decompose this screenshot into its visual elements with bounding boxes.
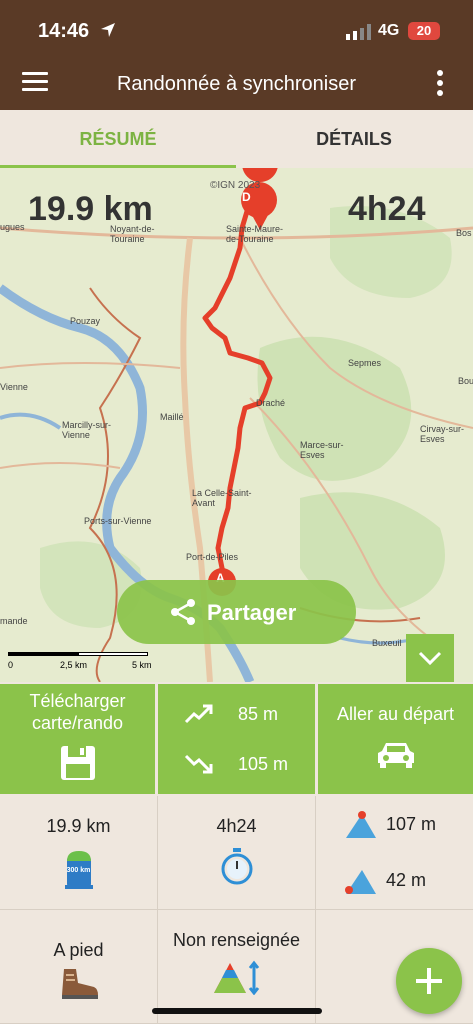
go-to-start-button[interactable]: Aller au départ: [318, 684, 473, 794]
tab-resume[interactable]: RÉSUMÉ: [0, 110, 236, 168]
chevron-down-icon: [418, 651, 442, 666]
place-label: La Celle-Saint-Avant: [192, 488, 252, 508]
elevation-loss-row: 105 m: [158, 746, 315, 786]
scale-label: 5 km: [132, 660, 152, 670]
elevation-gain-value: 85 m: [238, 704, 279, 724]
action-row: Télécharger carte/rando 85 m 105 m Aller…: [0, 682, 473, 796]
distance-marker-icon: 300 km: [64, 849, 93, 889]
stat-distance: 19.9 km 300 km: [0, 796, 158, 910]
place-label: Ports-sur-Vienne: [84, 516, 152, 526]
alt-max-row: 107 m: [316, 806, 473, 846]
map-scale: 0 2,5 km 5 km: [8, 652, 158, 676]
end-marker-label: D: [242, 190, 251, 204]
trend-down-icon: [184, 754, 213, 774]
more-options-icon[interactable]: [432, 70, 448, 98]
share-icon: [171, 599, 195, 625]
place-label: Pouzay: [70, 316, 101, 326]
stat-mode-value: A pied: [53, 940, 104, 960]
map-copyright: ©IGN 2023: [210, 180, 261, 191]
elevation-loss-value: 105 m: [238, 754, 289, 774]
peak-max-icon: [346, 811, 376, 838]
home-indicator: [152, 1008, 322, 1014]
scale-label: 0: [8, 660, 14, 670]
stopwatch-icon: [221, 848, 252, 885]
stat-difficulty: Non renseignée: [158, 910, 316, 1024]
go-to-start-label: Aller au départ: [336, 704, 455, 724]
elevation-gain-row: 85 m: [158, 696, 315, 736]
tab-bar: RÉSUMÉ DÉTAILS: [0, 110, 473, 168]
place-label: Port-de-Piles: [186, 552, 239, 562]
location-arrow-icon: [101, 23, 115, 37]
battery-level: 20: [408, 22, 440, 40]
map-duration: 4h24: [348, 190, 426, 228]
plus-icon: [416, 968, 442, 994]
place-label: Draché: [256, 398, 286, 408]
stat-distance-value: 19.9 km: [46, 816, 111, 836]
place-label: Maillé: [160, 412, 184, 422]
car-icon: [377, 743, 414, 768]
place-label: Sainte-Maure-de-Touraine: [226, 224, 284, 244]
download-label-line1: Télécharger: [29, 691, 126, 711]
share-label: Partager: [207, 600, 297, 625]
elevation-summary: 85 m 105 m: [158, 684, 315, 794]
peak-min-icon: [345, 870, 376, 894]
download-label-line2: carte/rando: [31, 713, 124, 733]
place-label: Marce-sur-Esves: [300, 440, 344, 460]
trend-up-icon: [184, 704, 213, 724]
place-label: Marcilly-sur-Vienne: [62, 420, 111, 440]
alt-max-value: 107 m: [386, 814, 437, 834]
stat-altitude: 107 m 42 m: [316, 796, 473, 910]
network-type: 4G: [378, 22, 400, 39]
scale-label: 2,5 km: [60, 660, 88, 670]
download-map-button[interactable]: Télécharger carte/rando: [0, 684, 155, 794]
app-bar: Randonnée à synchroniser: [0, 58, 473, 110]
stat-mode: A pied: [0, 910, 158, 1024]
alt-min-value: 42 m: [386, 870, 427, 890]
hiking-boot-icon: [61, 969, 98, 999]
hamburger-menu-icon[interactable]: [22, 72, 48, 94]
place-label: mande: [0, 616, 28, 626]
route-map[interactable]: D A ©IGN 2023 19.9 km 4h24 Noyant-de-Tou…: [0, 168, 473, 682]
place-label: Cirvay-sur-Esves: [420, 424, 464, 444]
place-label: Vienne: [0, 382, 28, 392]
place-label: Bos: [456, 228, 472, 238]
place-label: Buxeuil: [372, 638, 402, 648]
add-button[interactable]: [396, 948, 462, 1014]
signal-icon: [346, 24, 371, 40]
distance-marker-label: 300 km: [66, 867, 91, 874]
place-label: Sepmes: [348, 358, 382, 368]
page-title: Randonnée à synchroniser: [116, 73, 357, 95]
collapse-map-button[interactable]: [406, 634, 454, 682]
alt-min-row: 42 m: [316, 862, 473, 902]
status-time: 14:46: [38, 20, 90, 42]
share-button[interactable]: Partager: [117, 580, 356, 644]
difficulty-icon: [213, 960, 259, 996]
save-icon: [60, 746, 95, 780]
stat-duration-value: 4h24: [216, 816, 257, 836]
stat-difficulty-value: Non renseignée: [172, 930, 301, 950]
place-label: ugues: [0, 222, 25, 232]
status-bar: 14:46 4G 20: [0, 0, 473, 58]
stat-duration: 4h24: [158, 796, 316, 910]
tab-details[interactable]: DÉTAILS: [236, 110, 472, 168]
place-label: Noyant-de-Touraine: [110, 224, 155, 244]
place-label: Bou: [458, 376, 473, 386]
